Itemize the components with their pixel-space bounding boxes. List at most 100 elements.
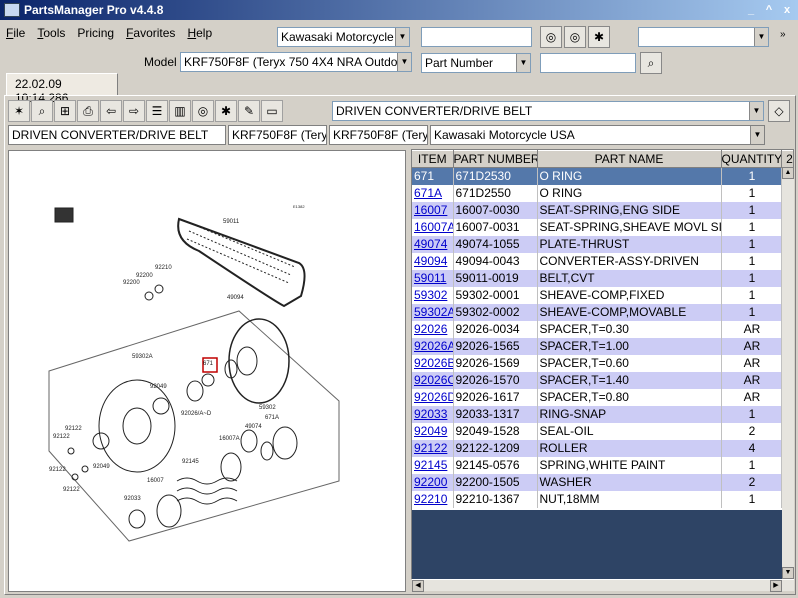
menu-file[interactable]: File [0,22,31,46]
menu-help[interactable]: Help [181,22,218,46]
print-icon[interactable]: ⎙ [77,100,99,122]
horizontal-scrollbar[interactable]: ◀ ▶ [412,579,794,592]
table-row[interactable]: 671671D2530O RING11 [412,167,793,185]
table-row[interactable]: 59302A59302-0002SHEAVE-COMP,MOVABLE11 [412,303,793,321]
magnify-icon[interactable]: ⌕ [31,100,53,122]
part-search-input[interactable] [540,53,636,73]
binoculars-icon[interactable]: ◎ [540,26,562,48]
part-number-cell: 92026-1617 [453,388,538,406]
table-row[interactable]: 9220092200-1505WASHER22 [412,473,793,491]
model-select[interactable]: KRF750F8F (Teryx 750 4X4 NRA Outdoors) ▼ [180,52,412,72]
part-number-cell: 92122-1209 [453,439,538,457]
table-row[interactable]: 9203392033-1317RING-SNAP11 [412,405,793,423]
table-row[interactable]: 4909449094-0043CONVERTER-ASSY-DRIVEN11 [412,252,793,270]
tag-icon[interactable]: ◇ [768,100,790,122]
column-header-quantity[interactable]: QUANTITY [721,150,782,168]
table-row[interactable]: 5930259302-0001SHEAVE-COMP,FIXED11 [412,286,793,304]
item-cell[interactable]: 92145 [412,456,454,474]
item-cell[interactable]: 49074 [412,235,454,253]
vertical-scrollbar[interactable]: ▲ ▼ [782,167,794,579]
column-header-part-number[interactable]: PART NUMBER [453,150,538,168]
breadcrumb-model-1[interactable]: KRF750F8F (Tery... [228,125,327,145]
item-cell[interactable]: 92200 [412,473,454,491]
part-number-cell: 92210-1367 [453,490,538,508]
item-cell[interactable]: 59302 [412,286,454,304]
item-cell[interactable]: 92026D [412,388,454,406]
scroll-left-icon[interactable]: ◀ [412,580,424,592]
part-number-cell: 59011-0019 [453,269,538,287]
minimize-button[interactable]: _ [744,3,758,17]
list-icon[interactable]: ☰ [146,100,168,122]
star-icon[interactable]: ✶ [8,100,30,122]
expand-icon[interactable]: » [780,29,786,40]
binoculars-advanced-icon[interactable]: ◎ [564,26,586,48]
breadcrumb-model-2[interactable]: KRF750F8F (Tery... [329,125,428,145]
table-row[interactable]: 92026C92026-1570SPACER,T=1.40ARAl [412,371,793,389]
table-row[interactable]: 5901159011-0019BELT,CVT11 [412,269,793,287]
breadcrumb-assembly[interactable]: DRIVEN CONVERTER/DRIVE BELT [8,125,226,145]
item-cell[interactable]: 92026B [412,354,454,372]
table-row[interactable]: 9221092210-1367NUT,18MM11 [412,490,793,508]
item-cell[interactable]: 16007A [412,218,454,236]
column-header-extra[interactable]: 2( [781,150,793,168]
diagram-label: 59302A [132,354,153,360]
search-type-select[interactable]: Part Number ▼ [421,53,531,73]
table-row[interactable]: 9214592145-0576SPRING,WHITE PAINT11 [412,456,793,474]
table-row[interactable]: 671A671D2550O RING11 [412,184,793,202]
item-cell[interactable]: 671 [412,167,454,185]
maximize-button[interactable]: ^ [762,3,776,17]
exploded-parts-diagram[interactable]: 59011 92200 92210 92200 49094 59302A 671… [8,150,406,592]
menu-tools[interactable]: Tools [31,22,71,46]
scroll-up-icon[interactable]: ▲ [782,167,794,179]
puzzle-icon[interactable]: ✱ [215,100,237,122]
binoculars-icon[interactable]: ◎ [192,100,214,122]
back-arrow-icon[interactable]: ⇦ [100,100,122,122]
item-cell[interactable]: 671A [412,184,454,202]
item-cell[interactable]: 92210 [412,490,454,508]
item-cell[interactable]: 49094 [412,252,454,270]
part-name-cell: SEAL-OIL [537,422,722,440]
item-cell[interactable]: 92026C [412,371,454,389]
column-header-part-name[interactable]: PART NAME [537,150,722,168]
table-row[interactable]: 92026A92026-1565SPACER,T=1.00ARAl [412,337,793,355]
tab-session[interactable]: 22.02.09 10:14.286 [6,73,118,105]
page-icon[interactable]: ▭ [261,100,283,122]
top-right-select[interactable]: ▼ [638,27,769,47]
table-row[interactable]: 1600716007-0030SEAT-SPRING,ENG SIDE11 [412,201,793,219]
table-row[interactable]: 4907449074-1055PLATE-THRUST11 [412,235,793,253]
item-cell[interactable]: 92026 [412,320,454,338]
part-name-cell: SPACER,T=1.00 [537,337,722,355]
table-row[interactable]: 9204992049-1528SEAL-OIL22 [412,422,793,440]
breadcrumb-catalog[interactable]: Kawasaki Motorcycle USA ▼ [430,125,765,145]
top-search-input[interactable] [421,27,532,47]
item-cell[interactable]: 59011 [412,269,454,287]
menu-pricing[interactable]: Pricing [71,22,120,46]
item-cell[interactable]: 92122 [412,439,454,457]
menu-favorites[interactable]: Favorites [120,22,181,46]
table-row[interactable]: 92026D92026-1617SPACER,T=0.80ARAl [412,388,793,406]
part-name-cell: SEAT-SPRING,ENG SIDE [537,201,722,219]
scroll-right-icon[interactable]: ▶ [770,580,782,592]
item-cell[interactable]: 59302A [412,303,454,321]
table-row[interactable]: 92026B92026-1569SPACER,T=0.60ARAl [412,354,793,372]
assembly-select[interactable]: DRIVEN CONVERTER/DRIVE BELT ▼ [332,101,764,121]
item-cell[interactable]: 16007 [412,201,454,219]
columns-icon[interactable]: ▥ [169,100,191,122]
column-header-item[interactable]: ITEM [412,150,454,168]
catalog-select[interactable]: Kawasaki Motorcycle US ▼ [277,27,410,47]
item-cell[interactable]: 92026A [412,337,454,355]
table-row[interactable]: 16007A 16007-0031 SEAT-SPRING,SHEAVE MOVL … [412,218,793,236]
puzzle-icon[interactable]: ✱ [588,26,610,48]
cart-icon[interactable]: ⊞ [54,100,76,122]
scroll-down-icon[interactable]: ▼ [782,567,794,579]
search-icon[interactable]: ⌕ [640,52,662,74]
forward-arrow-icon[interactable]: ⇨ [123,100,145,122]
close-button[interactable]: x [780,3,794,17]
part-name-cell: CONVERTER-ASSY-DRIVEN [537,252,722,270]
item-cell[interactable]: 92033 [412,405,454,423]
item-cell[interactable]: 92049 [412,422,454,440]
table-row[interactable]: 9202692026-0034SPACER,T=0.30ARAl [412,320,793,338]
part-name-cell: SPACER,T=0.60 [537,354,722,372]
table-row[interactable]: 9212292122-1209ROLLER44 [412,439,793,457]
edit-icon[interactable]: ✎ [238,100,260,122]
